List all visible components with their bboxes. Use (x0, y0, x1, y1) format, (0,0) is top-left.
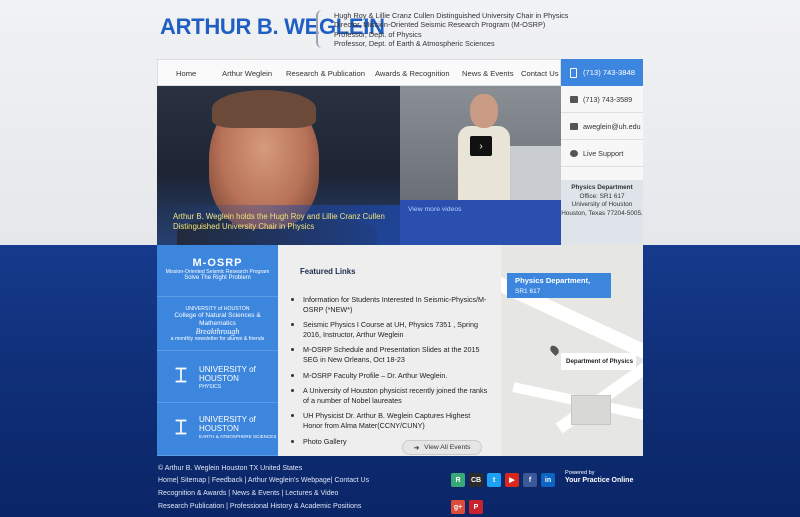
footer-links-3[interactable]: Research Publication | Professional Hist… (158, 503, 361, 510)
view-all-events-button[interactable]: ➜ View All Events (402, 440, 482, 455)
map-label-room: SR1 617 (515, 287, 541, 295)
main-nav: Home Arthur Weglein Research & Publicati… (157, 59, 561, 86)
department-line: Houston, Texas 77204-5005. (561, 209, 643, 217)
next-arrow-icon[interactable]: › (470, 136, 492, 156)
youtube-icon[interactable]: ▶ (505, 473, 519, 487)
uh-physics-name: UNIVERSITY of HOUSTON (199, 365, 256, 383)
featured-link[interactable]: Information for Students Interested In S… (289, 295, 489, 314)
nav-arthur-weglein[interactable]: Arthur Weglein (222, 69, 272, 78)
title-line: Director, Mission-Oriented Seismic Resea… (334, 20, 546, 30)
footer-copyright: © Arthur B. Weglein Houston TX United St… (158, 465, 303, 472)
portrait-hair (212, 90, 316, 128)
video-person-head (470, 94, 498, 128)
nav-news-events[interactable]: News & Events (462, 69, 514, 78)
map-location-label: Physics Department, SR1 617 (507, 273, 611, 298)
cb-icon[interactable]: CB (469, 473, 483, 487)
map-label-title: Physics Department, (515, 276, 591, 285)
breakthrough-subtitle: a monthly newsletter for alumni & friend… (170, 336, 265, 342)
sidebar-link-uh-eas[interactable]: ⌶ UNIVERSITY of HOUSTON EARTH & ATMOSPHE… (157, 403, 278, 456)
mosrp-logo-text: M-OSRP (192, 257, 243, 269)
view-all-label: View All Events (424, 444, 471, 451)
twitter-icon[interactable]: t (487, 473, 501, 487)
video-podium (510, 146, 561, 200)
phone-number-box[interactable]: (713) 743-3848 (561, 59, 643, 86)
college-name: College of Natural Sciences & Mathematic… (174, 312, 261, 327)
uh-eas-dept: EARTH & ATMOSPHERE SCIENCES (199, 434, 277, 439)
featured-link[interactable]: UH Physicist Dr. Arthur B. Weglein Captu… (289, 411, 489, 430)
linkedin-icon[interactable]: in (541, 473, 555, 487)
live-support-row[interactable]: Live Support (561, 140, 643, 167)
department-line: Office: SR1 617 (579, 192, 625, 200)
nav-contact-us[interactable]: Contact Us (521, 69, 559, 78)
sidebar-links: M-OSRP Mission-Oriented Seismic Research… (157, 245, 278, 456)
header-divider (316, 10, 324, 48)
chat-icon (570, 149, 578, 157)
featured-links-list: Information for Students Interested In S… (289, 295, 489, 452)
featured-links-heading: Featured Links (300, 267, 356, 276)
sidebar-link-breakthrough[interactable]: UNIVERSITY of HOUSTON College of Natural… (157, 297, 278, 351)
title-line: Professor, Dept. of Earth & Atmospheric … (334, 38, 495, 48)
footer-links-2[interactable]: Recognition & Awards | News & Events | L… (158, 490, 338, 497)
department-title: Physics Department (571, 184, 633, 191)
featured-link[interactable]: A University of Houston physicist recent… (289, 386, 489, 405)
nav-awards-recognition[interactable]: Awards & Recognition (375, 69, 450, 78)
featured-link[interactable]: Seismic Physics I Course at UH, Physics … (289, 320, 489, 339)
nav-research-publication[interactable]: Research & Publication (286, 69, 365, 78)
fax-row[interactable]: (713) 743-3589 (561, 86, 643, 113)
mobile-phone-icon (570, 67, 577, 78)
hero-caption: Arthur B. Weglein holds the Hugh Roy and… (157, 205, 400, 245)
sidebar-link-mosrp[interactable]: M-OSRP Mission-Oriented Seismic Research… (157, 245, 278, 297)
email-address: aweglein@uh.edu (583, 121, 641, 131)
video-panel[interactable] (400, 86, 561, 245)
department-address: Physics Department Office: SR1 617 Unive… (561, 180, 643, 245)
uh-logo-icon: ⌶ (175, 365, 187, 387)
nav-home[interactable]: Home (176, 69, 196, 78)
header-titles: Hugh Roy & Lillie Cranz Cullen Distingui… (334, 11, 568, 48)
map-tooltip: Department of Physics (561, 353, 636, 370)
sidebar-link-uh-physics[interactable]: ⌶ UNIVERSITY of HOUSTON PHYSICS (157, 351, 278, 403)
uh-label: UNIVERSITY of HOUSTON (185, 306, 250, 312)
pinterest-icon[interactable]: P (469, 500, 483, 514)
fax-number: (713) 743-3589 (583, 94, 633, 104)
title-line: Professor, Dept. of Physics (334, 29, 422, 39)
powered-by-brand: Your Practice Online (565, 477, 634, 484)
footer-links-1[interactable]: Home| Sitemap | Feedback | Arthur Weglei… (158, 477, 369, 484)
uh-eas-name: UNIVERSITY of HOUSTON (199, 415, 256, 433)
phone-number: (713) 743-3848 (583, 68, 635, 77)
view-more-videos-link[interactable]: View more videos (408, 206, 462, 213)
mosrp-tagline: Solve The Right Problem (184, 275, 251, 281)
map-building (571, 395, 611, 425)
facebook-icon[interactable]: f (523, 473, 537, 487)
featured-link[interactable]: M-OSRP Faculty Profile – Dr. Arthur Wegl… (289, 371, 489, 381)
uh-physics-dept: PHYSICS (199, 384, 221, 390)
featured-link[interactable]: M-OSRP Schedule and Presentation Slides … (289, 345, 489, 364)
arrow-icon: ➜ (413, 444, 420, 452)
hero-caption-text: Arthur B. Weglein holds the Hugh Roy and… (173, 212, 385, 231)
title-line: Hugh Roy & Lillie Cranz Cullen Distingui… (334, 11, 569, 20)
breakthrough-title: Breakthrough (195, 327, 240, 336)
powered-by-logo[interactable]: Powered by Your Practice Online (565, 470, 633, 485)
email-icon (570, 122, 578, 130)
fax-icon (570, 95, 578, 103)
researchgate-icon[interactable]: R (451, 473, 465, 487)
live-support-label: Live Support (583, 148, 624, 158)
email-row[interactable]: aweglein@uh.edu (561, 113, 643, 140)
department-line: University of Houston (571, 201, 633, 209)
featured-links-panel: Featured Links Information for Students … (278, 245, 501, 456)
powered-by-label: Powered by (565, 470, 595, 476)
googleplus-icon[interactable]: g+ (451, 500, 465, 514)
uh-logo-icon: ⌶ (175, 417, 187, 439)
